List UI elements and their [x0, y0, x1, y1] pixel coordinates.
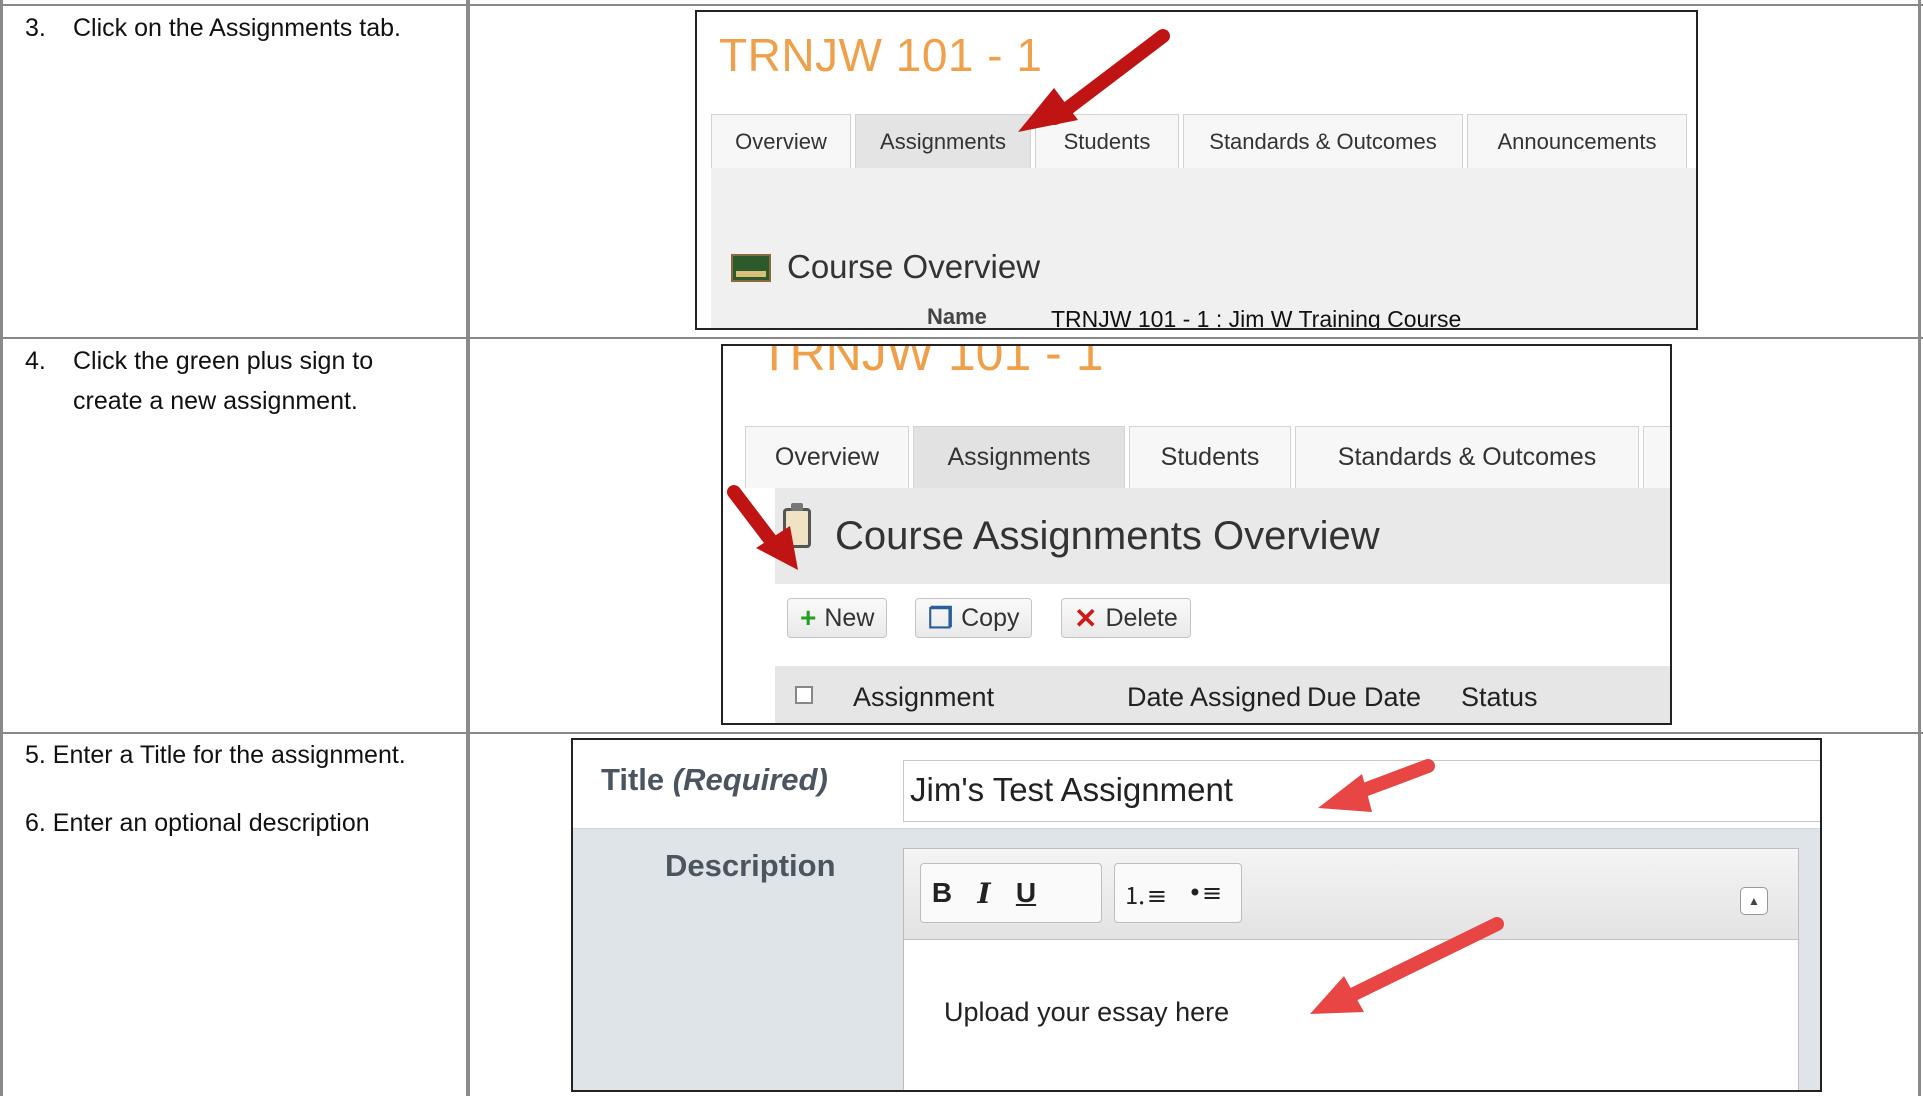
table-row-divider	[0, 337, 1923, 339]
instruction-table: 3. Click on the Assignments tab. 4. Click …	[0, 0, 1923, 1096]
course-title: TRNJW 101 - 1	[759, 344, 1104, 381]
assignment-table-header: Assignment Date Assigned Due Date Status	[775, 666, 1670, 723]
copy-icon: ❐	[928, 602, 954, 634]
tab-students[interactable]: Students	[1129, 426, 1291, 488]
italic-button[interactable]: I	[963, 877, 1005, 910]
step-5-6-text: 5. Enter a Title for the assignment. 6. …	[25, 741, 406, 837]
description-label: Description	[665, 848, 836, 883]
screenshot-assignment-form: Title (Required) Jim's Test Assignment D…	[571, 738, 1822, 1092]
table-row-divider	[0, 732, 1923, 734]
tab-bar: Overview Assignments Students Standards …	[745, 426, 1670, 488]
chalkboard-icon	[731, 254, 771, 282]
tab-standards-outcomes[interactable]: Standards & Outcomes	[1183, 114, 1463, 168]
table-border-top	[0, 4, 1923, 6]
delete-x-icon: ✕	[1074, 602, 1098, 634]
collapse-toolbar-icon[interactable]: ▲	[1740, 887, 1768, 915]
column-due-date[interactable]: Due Date	[1307, 682, 1421, 713]
column-date-assigned[interactable]: Date Assigned	[1127, 682, 1301, 713]
plus-icon: +	[800, 602, 817, 633]
step-3-text: 3. Click on the Assignments tab.	[25, 14, 401, 42]
tab-announcements[interactable]	[1643, 426, 1670, 488]
title-label: Title (Required)	[601, 762, 828, 797]
assignment-toolbar: + New ❐ Copy ✕ Delete	[775, 584, 1670, 666]
editor-toolbar: B I U ⒈≡ •≡ ▲	[904, 849, 1798, 940]
tab-overview[interactable]: Overview	[711, 114, 851, 168]
table-border-left	[0, 0, 3, 1096]
list-button-group: ⒈≡ •≡	[1114, 863, 1242, 923]
bold-button[interactable]: B	[921, 877, 963, 909]
column-assignment[interactable]: Assignment	[853, 682, 994, 713]
tab-announcements[interactable]: Announcements	[1467, 114, 1687, 168]
clipboard-icon	[783, 503, 811, 548]
underline-button[interactable]: U	[1005, 877, 1047, 909]
copy-button[interactable]: ❐ Copy	[915, 598, 1033, 638]
name-label: Name	[927, 304, 987, 329]
required-indicator: (Required)	[672, 762, 828, 797]
column-status[interactable]: Status	[1461, 682, 1538, 713]
description-editor: B I U ⒈≡ •≡ ▲ Upload your essay here	[903, 848, 1799, 1090]
title-input[interactable]: Jim's Test Assignment	[903, 760, 1820, 822]
ordered-list-icon[interactable]: ⒈≡	[1115, 876, 1175, 911]
bullet-list-icon[interactable]: •≡	[1175, 879, 1235, 907]
description-text[interactable]: Upload your essay here	[944, 997, 1229, 1028]
course-title: TRNJW 101 - 1	[719, 29, 1043, 81]
select-all-checkbox[interactable]	[795, 686, 813, 704]
new-button[interactable]: + New	[787, 598, 888, 638]
tab-assignments[interactable]: Assignments	[913, 426, 1125, 488]
tab-standards-outcomes[interactable]: Standards & Outcomes	[1295, 426, 1639, 488]
step-4-text: 4. Click the green plus sign to create a …	[25, 347, 374, 415]
title-row: Title (Required) Jim's Test Assignment	[573, 740, 1820, 829]
section-title: Course Assignments Overview	[835, 514, 1380, 558]
tab-assignments[interactable]: Assignments	[855, 114, 1031, 168]
screenshot-course-overview: TRNJW 101 - 1 Overview Assignments Stude…	[695, 10, 1698, 330]
table-border-middle	[466, 0, 470, 1096]
delete-button[interactable]: ✕ Delete	[1061, 598, 1191, 638]
table-border-right	[1918, 0, 1921, 1096]
tab-overview[interactable]: Overview	[745, 426, 909, 488]
tab-students[interactable]: Students	[1035, 114, 1179, 168]
tab-bar: Overview Assignments Students Standards …	[711, 114, 1696, 168]
section-header: Course Assignments Overview	[775, 488, 1670, 585]
screenshot-assignments-overview: TRNJW 101 - 1 Overview Assignments Stude…	[721, 344, 1672, 725]
section-title: Course Overview	[787, 248, 1041, 285]
format-button-group: B I U	[920, 863, 1102, 923]
overview-panel: Course Overview Name TRNJW 101 - 1 : Jim…	[711, 168, 1696, 330]
name-value: TRNJW 101 - 1 : Jim W Training Course	[1051, 306, 1462, 330]
